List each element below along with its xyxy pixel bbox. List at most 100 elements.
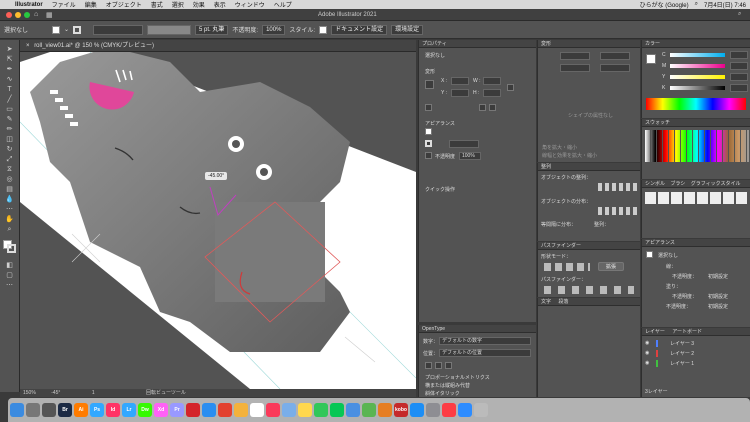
h-field[interactable] xyxy=(483,89,501,97)
visibility-eye-icon[interactable]: ◉ xyxy=(645,360,649,366)
close-window-icon[interactable] xyxy=(6,12,12,18)
more-tools-icon[interactable]: ⋯ xyxy=(4,282,15,290)
yellow-slider[interactable] xyxy=(670,75,725,79)
menu-help[interactable]: ヘルプ xyxy=(274,0,292,9)
screen-mode-icon[interactable]: ▢ xyxy=(4,272,15,280)
vertical-alternates-option[interactable]: 横または縦組み代替 xyxy=(425,382,470,389)
dock-safari-icon[interactable] xyxy=(202,403,216,417)
rotate-icon[interactable] xyxy=(425,104,432,111)
dock-acrobat-icon[interactable] xyxy=(186,403,200,417)
y-field[interactable] xyxy=(451,89,469,97)
gradient-tool-icon[interactable]: ▤ xyxy=(4,186,15,194)
workspace-grid-icon[interactable]: ▦ xyxy=(46,11,53,19)
dock-settings-icon[interactable] xyxy=(426,403,440,417)
transform-h-field[interactable] xyxy=(600,64,630,72)
blend-tool-icon[interactable]: ⋯ xyxy=(4,206,15,214)
color-tab[interactable]: カラー xyxy=(642,40,750,48)
dock-maps-icon[interactable] xyxy=(362,403,376,417)
appearance-fill-row[interactable]: 塗り： xyxy=(666,283,681,290)
opacity-field[interactable]: 100% xyxy=(262,24,286,35)
expand-button[interactable]: 拡張 xyxy=(598,262,624,271)
stroke-weight-field[interactable] xyxy=(449,140,479,148)
stroke-weight-field[interactable] xyxy=(93,24,144,35)
eraser-tool-icon[interactable]: ◫ xyxy=(4,136,15,144)
cyan-slider[interactable] xyxy=(670,53,725,57)
menu-object[interactable]: オブジェクト xyxy=(106,0,142,9)
dock-lightroom-icon[interactable]: Lr xyxy=(122,403,136,417)
black-value[interactable] xyxy=(730,84,748,92)
home-icon[interactable]: ⌂ xyxy=(34,11,38,18)
position-select[interactable]: デフォルトの位置 xyxy=(439,349,531,357)
transform-x-field[interactable] xyxy=(560,52,590,60)
symbols-tab[interactable]: シンボル xyxy=(645,181,665,187)
artboards-tab[interactable]: アートボード xyxy=(672,329,702,335)
dock-finder-icon[interactable] xyxy=(10,403,24,417)
ordinal-icon[interactable] xyxy=(445,362,452,369)
transform-y-field[interactable] xyxy=(560,64,590,72)
direct-selection-tool-icon[interactable]: ⇱ xyxy=(4,56,15,64)
artboard-number[interactable]: 1 xyxy=(92,390,95,396)
visibility-eye-icon[interactable]: ◉ xyxy=(645,340,649,346)
flip-vertical-icon[interactable] xyxy=(489,104,496,111)
stroke-swatch[interactable] xyxy=(73,25,82,34)
menu-effect[interactable]: 効果 xyxy=(193,0,205,9)
curvature-tool-icon[interactable]: ∿ xyxy=(4,76,15,84)
magenta-value[interactable] xyxy=(730,62,748,70)
appearance-fill-opacity[interactable]: 不透明度： xyxy=(672,293,697,300)
dock-trash-icon[interactable] xyxy=(474,403,488,417)
layer-row[interactable]: ◉ レイヤー 1 xyxy=(642,359,750,368)
preferences-button[interactable]: 環境設定 xyxy=(391,24,424,35)
menu-type[interactable]: 書式 xyxy=(151,0,163,9)
appearance-opacity[interactable]: 不透明度： xyxy=(666,303,691,310)
dock-appstore-icon[interactable] xyxy=(410,403,424,417)
artboard-canvas[interactable]: -45.00° xyxy=(20,52,416,389)
menu-file[interactable]: ファイル xyxy=(52,0,76,9)
dock-book-icon[interactable] xyxy=(378,403,392,417)
menu-select[interactable]: 選択 xyxy=(172,0,184,9)
dock-system-icon[interactable] xyxy=(42,403,56,417)
appearance-stroke-opacity[interactable]: 不透明度： xyxy=(672,273,697,280)
align-tab[interactable]: 整列 xyxy=(538,163,640,171)
brush-definition[interactable]: 5 pt. 丸筆 xyxy=(195,24,229,35)
dock-photos-icon[interactable] xyxy=(234,403,248,417)
ligature-icon[interactable] xyxy=(425,362,432,369)
width-tool-icon[interactable]: ⧖ xyxy=(4,166,15,174)
stroke-color-box[interactable] xyxy=(7,244,16,253)
graphic-styles-tab[interactable]: グラフィックスタイル xyxy=(691,181,741,187)
minimize-window-icon[interactable] xyxy=(15,12,21,18)
opacity-field[interactable]: 100% xyxy=(459,152,481,160)
eyedropper-tool-icon[interactable]: 💧 xyxy=(4,196,15,204)
distribute-buttons-row[interactable] xyxy=(598,207,638,215)
transform-tab[interactable]: 変形 xyxy=(538,40,640,48)
dock-premiere-icon[interactable]: Pr xyxy=(170,403,184,417)
reference-point-icon[interactable] xyxy=(425,80,434,89)
appearance-tab[interactable]: アピアランス xyxy=(642,239,750,247)
zoom-window-icon[interactable] xyxy=(24,12,30,18)
dock-preview-icon[interactable] xyxy=(282,403,296,417)
pathfinder-buttons[interactable] xyxy=(544,286,634,294)
opentype-tab[interactable]: OpenType xyxy=(419,325,536,333)
menu-edit[interactable]: 編集 xyxy=(85,0,97,9)
draw-mode-icon[interactable]: ◧ xyxy=(4,262,15,270)
symbol-thumbnails[interactable] xyxy=(645,192,749,204)
style-swatch[interactable] xyxy=(319,25,328,34)
paintbrush-tool-icon[interactable]: ✎ xyxy=(4,116,15,124)
dock-line-icon[interactable] xyxy=(330,403,344,417)
dock-music-icon[interactable] xyxy=(266,403,280,417)
layer-3-name[interactable]: レイヤー 3 xyxy=(670,340,694,347)
color-fill-swatch[interactable] xyxy=(646,54,656,64)
w-field[interactable] xyxy=(483,77,501,85)
stroke-swatch[interactable] xyxy=(425,140,432,147)
dock-messages-icon[interactable] xyxy=(314,403,328,417)
dock-xd-icon[interactable]: Xd xyxy=(154,403,168,417)
italics-option[interactable]: 斜体イタリック xyxy=(425,390,460,397)
layer-row[interactable]: ◉ レイヤー 2 xyxy=(642,349,750,358)
variable-width-box[interactable] xyxy=(147,24,192,35)
dock-zoom-icon[interactable] xyxy=(458,403,472,417)
line-tool-icon[interactable]: ╱ xyxy=(4,96,15,104)
dock-bridge-icon[interactable]: Br xyxy=(58,403,72,417)
doc-settings-button[interactable]: ドキュメント設定 xyxy=(331,24,388,35)
swatch-grid[interactable] xyxy=(645,130,749,162)
appearance-stroke-row[interactable]: 線： xyxy=(666,263,676,270)
hand-tool-icon[interactable]: ✋ xyxy=(4,216,15,224)
